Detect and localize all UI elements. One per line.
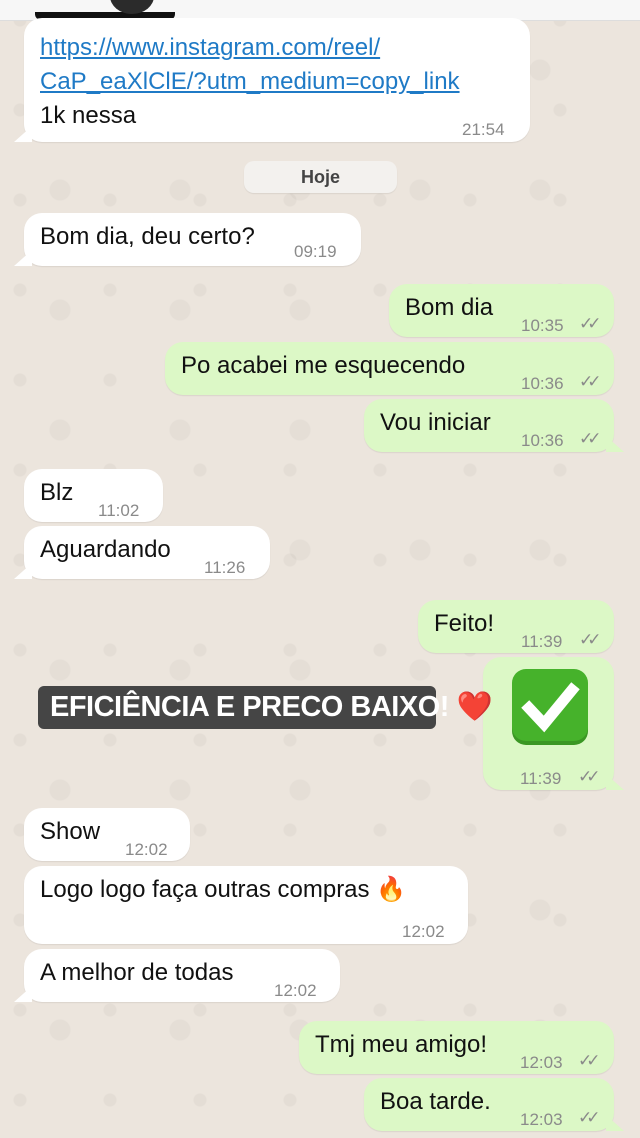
message-incoming-link[interactable]: https://www.instagram.com/reel/ CaP_eaXl… <box>14 18 530 142</box>
message-text: Feito! <box>434 610 495 637</box>
message-incoming[interactable]: Logo logo faça outras compras 🔥 12:02 <box>24 866 468 944</box>
read-receipt-icon: ✓✓ <box>578 767 600 786</box>
message-outgoing[interactable]: Feito! 11:39 ✓✓ <box>418 600 614 653</box>
message-outgoing[interactable]: Tmj meu amigo! 12:03 ✓✓ <box>299 1021 614 1074</box>
check-mark-emoji <box>512 669 588 745</box>
read-receipt-icon: ✓✓ <box>579 314 601 333</box>
message-text: Aguardando <box>40 536 171 563</box>
message-text: Bom dia, deu certo? <box>40 223 255 250</box>
message-text: Tmj meu amigo! <box>315 1031 488 1058</box>
message-incoming[interactable]: Aguardando 11:26 <box>14 526 270 579</box>
message-time: 09:19 <box>294 242 337 261</box>
read-receipt-icon: ✓✓ <box>579 372 601 391</box>
message-incoming[interactable]: A melhor de todas 12:02 <box>14 949 340 1002</box>
message-incoming[interactable]: Show 12:02 <box>24 808 190 861</box>
message-text: A melhor de todas <box>40 959 234 986</box>
message-text: Show <box>40 818 101 845</box>
check-icon <box>521 682 580 733</box>
message-text: Po acabei me esquecendo <box>181 352 466 379</box>
message-time: 12:02 <box>125 840 168 859</box>
message-text: Bom dia <box>405 294 494 321</box>
link-line-1[interactable]: https://www.instagram.com/reel/ <box>40 32 460 64</box>
message-outgoing[interactable]: Po acabei me esquecendo 10:36 ✓✓ <box>165 342 614 395</box>
message-time: 10:36 <box>521 374 564 393</box>
message-time: 11:39 <box>520 769 562 788</box>
message-time: 12:02 <box>274 981 317 1000</box>
message-text: 1k nessa <box>40 102 137 129</box>
read-receipt-icon: ✓✓ <box>579 630 601 649</box>
overlay-caption: EFICIÊNCIA E PRECO BAIXO! ❤️ <box>38 686 493 729</box>
message-time: 11:26 <box>204 558 246 577</box>
read-receipt-icon: ✓✓ <box>578 1051 600 1070</box>
read-receipt-icon: ✓✓ <box>578 1108 600 1127</box>
message-time: 10:35 <box>521 316 564 335</box>
message-text: Blz <box>40 479 74 506</box>
date-divider: Hoje <box>244 161 397 193</box>
message-text: Logo logo faça outras compras 🔥 <box>40 876 407 903</box>
read-receipt-icon: ✓✓ <box>579 429 601 448</box>
message-time: 21:54 <box>462 120 505 139</box>
message-outgoing[interactable]: Boa tarde. 12:03 ✓✓ <box>364 1078 624 1131</box>
message-link[interactable]: https://www.instagram.com/reel/ CaP_eaXl… <box>40 32 460 98</box>
message-outgoing[interactable]: Bom dia 10:35 ✓✓ <box>389 284 614 337</box>
message-text: Boa tarde. <box>380 1088 491 1115</box>
message-text: Vou iniciar <box>380 409 491 436</box>
message-outgoing[interactable]: Vou iniciar 10:36 ✓✓ <box>364 399 624 452</box>
message-time: 11:39 <box>521 632 563 651</box>
message-time: 10:36 <box>521 431 564 450</box>
message-incoming[interactable]: Blz 11:02 <box>24 469 163 522</box>
message-time: 12:03 <box>520 1110 563 1129</box>
message-time: 11:02 <box>98 501 140 520</box>
message-time: 12:03 <box>520 1053 563 1072</box>
message-time: 12:02 <box>402 922 445 941</box>
link-line-2[interactable]: CaP_eaXlClE/?utm_medium=copy_link <box>40 66 460 98</box>
message-incoming[interactable]: Bom dia, deu certo? 09:19 <box>14 213 361 266</box>
